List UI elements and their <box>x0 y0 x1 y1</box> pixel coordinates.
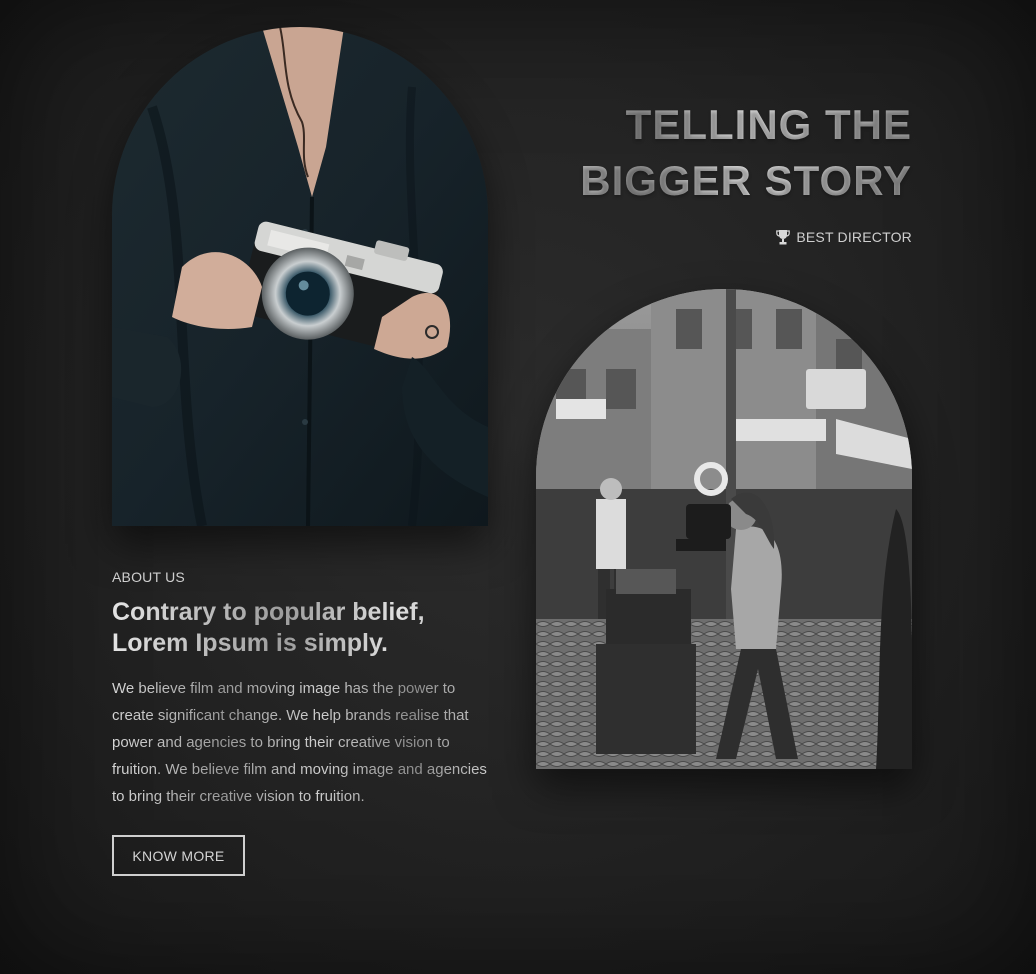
hero-title: TELLING THE BIGGER STORY <box>492 97 912 209</box>
hero-title-line1: TELLING THE <box>625 101 912 148</box>
street-photo-illustration <box>536 289 912 769</box>
about-heading-line2: Lorem Ipsum is simply. <box>112 629 389 657</box>
about-heading: Contrary to popular belief, Lorem Ipsum … <box>112 597 492 659</box>
hero-title-line2: BIGGER STORY <box>580 157 912 204</box>
trophy-icon <box>776 229 791 245</box>
about-body: We believe film and moving image has the… <box>112 675 490 810</box>
about-heading-line1: Contrary to popular belief, <box>112 598 425 626</box>
hero-photo-street <box>536 289 912 769</box>
award-label: BEST DIRECTOR <box>796 229 912 245</box>
camera-photo-illustration <box>112 27 488 526</box>
award-badge: BEST DIRECTOR <box>776 229 912 245</box>
about-label: ABOUT US <box>112 569 185 585</box>
hero-photo-camera <box>112 27 488 526</box>
know-more-button[interactable]: KNOW MORE <box>112 835 245 876</box>
